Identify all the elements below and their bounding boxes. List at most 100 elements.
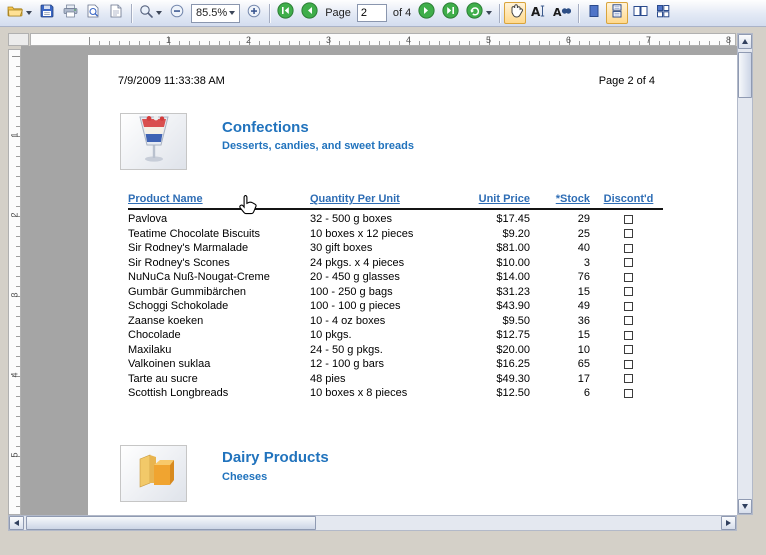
page-number-input[interactable] <box>356 4 387 22</box>
discontinued-checkbox <box>624 243 633 253</box>
cell-name: Chocolade <box>128 329 181 341</box>
text-select-tool-button[interactable]: A <box>527 2 549 24</box>
ruler-number: 1 <box>9 132 20 138</box>
cheese-blocks-image <box>134 449 174 498</box>
category-title: Dairy Products <box>222 449 329 466</box>
cell-quantity: 32 - 500 g boxes <box>310 213 392 225</box>
discontinued-checkbox <box>624 374 633 384</box>
report-page-count: Page 2 of 4 <box>598 75 655 87</box>
table-row: Scottish Longbreads 10 boxes x 8 pieces $1… <box>128 386 663 401</box>
cell-stock: 76 <box>577 271 590 283</box>
table-row: Gumbär Gummibärchen 100 - 250 g bags $31.2… <box>128 285 663 300</box>
table-row: Tarte au sucre 48 pies $49.30 17 <box>128 372 663 387</box>
cell-discontinued <box>594 345 663 355</box>
vertical-scrollbar[interactable] <box>737 33 753 515</box>
ruler-number: 3 <box>9 292 20 298</box>
scroll-up-button[interactable] <box>738 34 752 49</box>
zoom-tool-button[interactable] <box>136 2 165 24</box>
find-icon: A <box>553 4 572 23</box>
cell-name: Maxilaku <box>128 343 172 356</box>
discontinued-checkbox <box>624 388 633 398</box>
vertical-scroll-thumb[interactable] <box>738 52 752 98</box>
single-page-view-button[interactable] <box>583 2 605 24</box>
ruler-number: 4 <box>9 372 20 378</box>
cell-stock: 65 <box>577 358 590 370</box>
scroll-right-button[interactable] <box>721 516 736 530</box>
zoom-out-button[interactable] <box>166 2 188 24</box>
cell-name: Valkoinen suklaa <box>128 358 211 370</box>
continuous-view-button[interactable] <box>606 2 629 24</box>
navigation-button[interactable] <box>463 2 495 24</box>
cell-price: $12.50 <box>496 387 530 399</box>
toolbar-separator <box>499 3 501 23</box>
hand-tool-button[interactable] <box>504 2 527 24</box>
ruler-number: 2 <box>9 212 20 218</box>
print-button[interactable] <box>59 2 81 24</box>
arrow-down-icon <box>742 504 748 509</box>
cell-quantity: 10 boxes x 8 pieces <box>310 387 408 399</box>
discontinued-checkbox <box>624 345 633 355</box>
zoom-select[interactable]: 85.5% <box>191 3 241 23</box>
multi-page-view-button[interactable] <box>652 2 674 24</box>
cell-price: $16.25 <box>496 358 530 370</box>
continuous-view-icon <box>610 3 624 23</box>
scroll-left-button[interactable] <box>9 516 24 530</box>
cell-name: Scottish Longbreads <box>128 387 229 399</box>
open-button[interactable] <box>4 2 35 24</box>
last-page-icon <box>442 2 459 24</box>
ruler-number: 5 <box>486 35 492 45</box>
horizontal-ruler: 1 2 3 4 5 6 7 8 <box>30 33 736 46</box>
zoom-tool-icon <box>139 4 153 23</box>
multi-page-view-icon <box>656 4 670 23</box>
cell-discontinued <box>594 359 663 369</box>
cell-stock: 6 <box>583 387 590 399</box>
cell-discontinued <box>594 316 663 326</box>
last-page-button[interactable] <box>439 2 462 24</box>
preview-canvas: 7/9/2009 11:33:38 AM Page 2 of 4 Confect… <box>21 46 737 515</box>
arrow-right-icon <box>726 520 731 526</box>
discontinued-checkbox <box>624 272 633 282</box>
cell-price: $10.00 <box>496 256 530 269</box>
print-preview-window: 85.5% Page of 4 A <box>0 0 766 555</box>
table-row: Maxilaku 24 - 50 g pkgs. $20.00 10 <box>128 343 663 358</box>
cell-name: Sir Rodney's Marmalade <box>128 242 249 254</box>
toolbar-separator <box>131 3 132 23</box>
scroll-down-button[interactable] <box>738 499 752 514</box>
ruler-corner <box>8 33 29 46</box>
single-page-view-icon <box>587 4 601 23</box>
print-preview-button[interactable] <box>82 2 104 24</box>
cell-price: $9.50 <box>502 314 530 327</box>
open-icon <box>7 4 23 23</box>
first-page-button[interactable] <box>274 2 297 24</box>
cell-name: Schoggi Schokolade <box>128 300 229 312</box>
discontinued-checkbox <box>624 330 633 340</box>
cell-discontinued <box>594 330 663 340</box>
first-page-icon <box>277 2 294 24</box>
table-row: Valkoinen suklaa 12 - 100 g bars $16.25 65 <box>128 357 663 372</box>
cell-name: Zaanse koeken <box>128 314 204 327</box>
cell-name: Sir Rodney's Scones <box>128 256 230 269</box>
discontinued-checkbox <box>624 258 633 268</box>
horizontal-scrollbar[interactable] <box>8 515 737 531</box>
two-page-view-button[interactable] <box>629 2 651 24</box>
horizontal-scroll-thumb[interactable] <box>26 516 316 530</box>
save-button[interactable] <box>36 2 58 24</box>
zoom-in-button[interactable] <box>243 2 265 24</box>
page-setup-button[interactable] <box>105 2 127 24</box>
cell-discontinued <box>594 214 663 224</box>
zoom-value: 85.5% <box>196 7 228 19</box>
next-page-button[interactable] <box>415 2 438 24</box>
cell-price: $12.75 <box>496 329 530 341</box>
find-button[interactable]: A <box>550 2 574 24</box>
cell-quantity: 100 - 250 g bags <box>310 285 393 298</box>
cell-stock: 10 <box>577 343 590 356</box>
ruler-number: 5 <box>9 452 20 458</box>
cell-stock: 40 <box>577 242 590 254</box>
cell-discontinued <box>594 388 663 398</box>
previous-page-button[interactable] <box>298 2 321 24</box>
table-row: Pavlova 32 - 500 g boxes $17.45 29 <box>128 212 663 227</box>
cell-stock: 15 <box>577 285 590 298</box>
previous-page-icon <box>301 2 318 24</box>
report-page[interactable]: 7/9/2009 11:33:38 AM Page 2 of 4 Confect… <box>88 55 737 515</box>
cell-stock: 36 <box>577 314 590 327</box>
